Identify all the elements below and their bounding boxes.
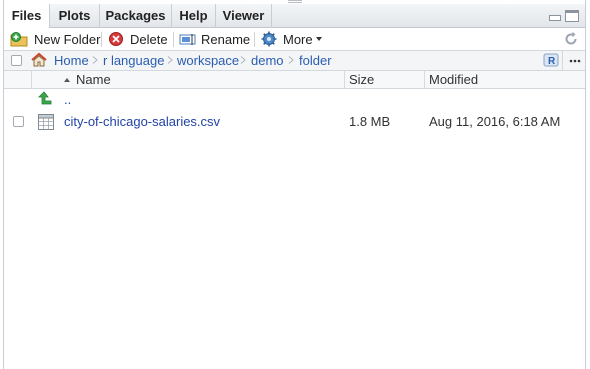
new-folder-icon	[10, 32, 28, 47]
breadcrumb-item-demo[interactable]: demo	[251, 51, 284, 70]
toolbar-separator	[254, 32, 255, 47]
parent-directory-row[interactable]: ..	[4, 89, 585, 111]
file-size: 1.8 MB	[349, 114, 391, 129]
chevron-right-icon	[240, 56, 246, 64]
file-name-link[interactable]: city-of-chicago-salaries.csv	[64, 111, 220, 133]
delete-icon	[109, 32, 123, 46]
tab-packages[interactable]: Packages	[100, 4, 172, 28]
delete-label: Delete	[130, 31, 168, 47]
more-options-icon[interactable]	[569, 59, 581, 63]
breadcrumb-item-folder[interactable]: folder	[299, 51, 332, 70]
select-all-checkbox[interactable]	[11, 55, 22, 66]
up-arrow-icon	[38, 91, 52, 105]
new-folder-button[interactable]: New Folder	[10, 28, 100, 50]
column-header-size[interactable]: Size	[349, 71, 374, 88]
minimize-icon[interactable]	[549, 15, 561, 21]
chevron-right-icon	[288, 56, 294, 64]
rename-icon	[179, 34, 196, 45]
breadcrumb-item-workspace[interactable]: workspace	[177, 51, 239, 70]
chevron-right-icon	[92, 56, 98, 64]
sort-ascending-icon	[64, 78, 70, 82]
delete-button[interactable]: Delete	[108, 28, 168, 50]
more-label: More	[283, 31, 313, 47]
tab-plots[interactable]: Plots	[50, 4, 100, 28]
more-menu-button[interactable]: More	[261, 28, 323, 50]
caret-down-icon	[315, 37, 322, 41]
gear-icon	[261, 31, 277, 47]
breadcrumb: Home r language workspace demo folder R	[4, 51, 585, 71]
tab-viewer[interactable]: Viewer	[216, 4, 272, 28]
toolbar-separator	[173, 32, 174, 47]
refresh-icon[interactable]	[563, 31, 579, 47]
pane-tab-bar: Files Plots Packages Help Viewer	[4, 4, 585, 29]
breadcrumb-item-home[interactable]: Home	[54, 51, 89, 70]
spreadsheet-file-icon	[38, 114, 54, 130]
pathbar-divider	[562, 51, 563, 70]
svg-text:R: R	[548, 56, 556, 67]
column-header-modified[interactable]: Modified	[429, 71, 478, 88]
tab-files[interactable]: Files	[4, 4, 50, 29]
parent-directory-link[interactable]: ..	[64, 91, 71, 109]
pane-resize-grip[interactable]	[288, 0, 302, 3]
column-header-name[interactable]: Name	[76, 71, 111, 88]
tab-help[interactable]: Help	[172, 4, 216, 28]
home-icon[interactable]	[30, 52, 48, 68]
table-row[interactable]: city-of-chicago-salaries.csv 1.8 MB Aug …	[4, 111, 585, 133]
column-divider	[424, 71, 425, 88]
file-list-header: Name Size Modified	[4, 71, 585, 89]
pane-window-controls	[545, 10, 579, 24]
toolbar-separator	[101, 32, 102, 47]
r-project-icon[interactable]: R	[543, 52, 559, 68]
rename-label: Rename	[201, 31, 251, 47]
breadcrumb-item-r-language[interactable]: r language	[103, 51, 164, 70]
column-divider	[344, 71, 345, 88]
row-checkbox[interactable]	[13, 116, 24, 127]
files-toolbar: New Folder Delete Rename More	[4, 28, 585, 51]
new-folder-label: New Folder	[34, 31, 101, 47]
file-modified-date: Aug 11, 2016, 6:18 AM	[429, 114, 561, 129]
chevron-right-icon	[167, 56, 173, 64]
rename-button[interactable]: Rename	[179, 28, 250, 50]
column-divider	[31, 71, 32, 88]
maximize-icon[interactable]	[565, 10, 579, 22]
